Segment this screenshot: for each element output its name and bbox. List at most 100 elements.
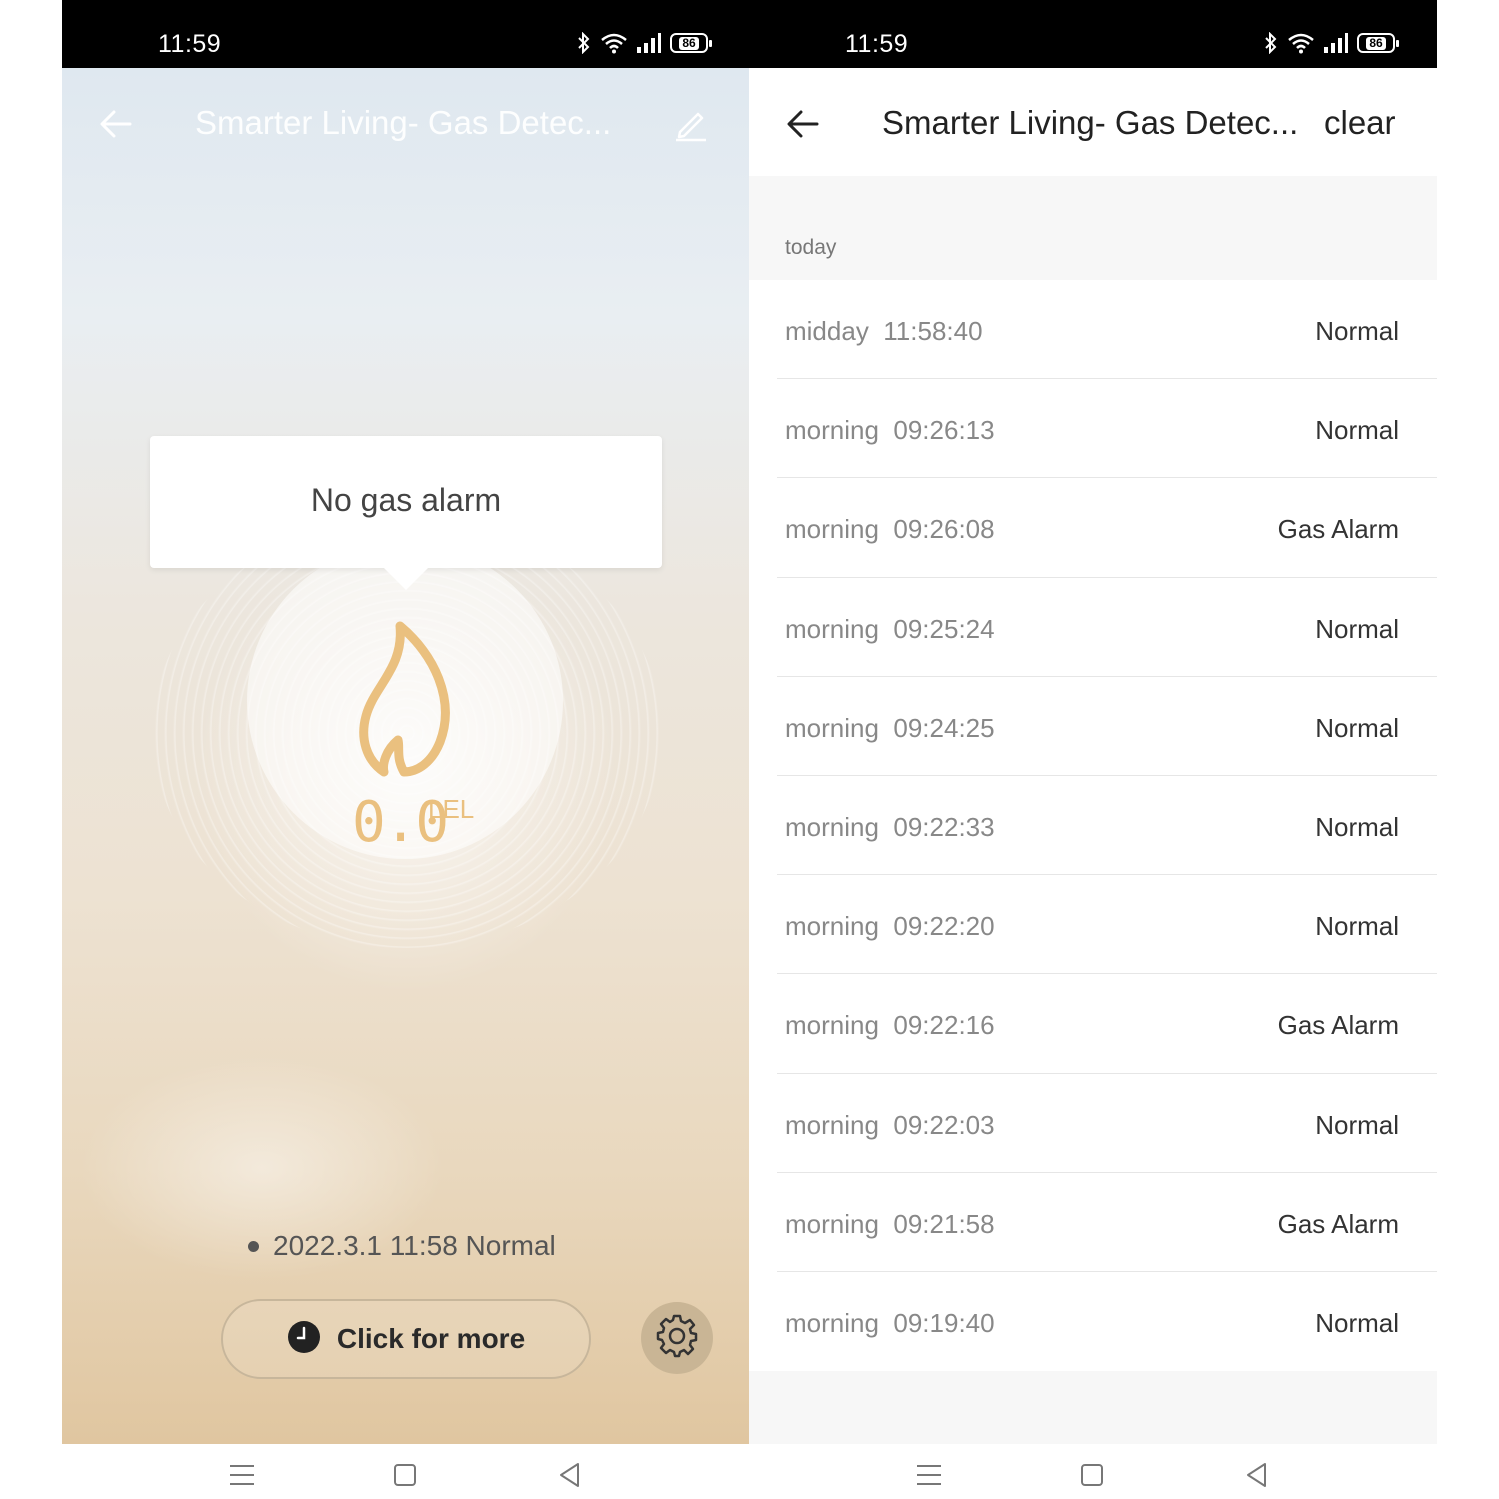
record-clock-time: 09:21:58: [893, 1208, 995, 1239]
menu-icon[interactable]: [914, 1460, 944, 1490]
bullet-dot: [248, 1240, 259, 1252]
status-bar: 11:59 86: [62, 0, 750, 68]
record-time: morning 09:24:25: [785, 713, 995, 744]
record-status: Normal: [1315, 811, 1399, 842]
home-square-icon[interactable]: [390, 1460, 420, 1490]
record-period: morning: [785, 514, 879, 545]
record-status: Gas Alarm: [1277, 1208, 1399, 1239]
record-row: morning 09:26:13 Normal: [749, 379, 1437, 479]
record-period: morning: [785, 911, 879, 942]
record-row: morning 09:25:24 Normal: [749, 578, 1437, 677]
record-period: morning: [785, 613, 879, 644]
record-status: Gas Alarm: [1277, 514, 1399, 545]
reading-unit: LEL: [428, 794, 475, 824]
record-time: morning 09:26:08: [785, 514, 995, 545]
status-icons: 86: [576, 32, 712, 54]
record-status: Normal: [1315, 316, 1399, 346]
record-status: Normal: [1315, 1307, 1399, 1338]
record-row: morning 09:22:33 Normal: [749, 776, 1437, 876]
status-time: 11:59: [845, 30, 909, 58]
record-clock-time: 09:25:24: [893, 613, 995, 644]
last-record: 2022.3.1 11:58 Normal: [248, 1230, 556, 1262]
record-status: Normal: [1315, 613, 1399, 644]
record-time: morning 09:26:13: [785, 415, 995, 446]
record-clock-time: 09:19:40: [893, 1307, 995, 1338]
record-period: morning: [785, 1307, 879, 1338]
record-clock-time: 09:22:16: [893, 1010, 995, 1041]
bluetooth-icon: [576, 32, 592, 54]
signal-icon: [636, 32, 662, 54]
flame-icon: [352, 620, 458, 785]
record-row: morning 09:22:03 Normal: [749, 1074, 1437, 1173]
record-time: morning 09:22:33: [785, 812, 995, 843]
signal-icon: [1323, 32, 1349, 54]
record-row: morning 09:19:40 Normal: [749, 1272, 1437, 1371]
record-list: midday 11:58:40 Normal morning 09:26:13 Nor…: [749, 280, 1437, 1372]
record-clock-time: 11:58:40: [883, 316, 983, 346]
click-for-more-button[interactable]: Click for more: [221, 1299, 591, 1379]
back-arrow-icon[interactable]: [785, 106, 821, 147]
record-time: morning 09:22:16: [785, 1010, 995, 1041]
record-status: Gas Alarm: [1277, 1010, 1399, 1041]
record-row: midday 11:58:40 Normal: [749, 280, 1437, 380]
record-status: Normal: [1315, 911, 1399, 942]
record-clock-time: 09:24:25: [893, 712, 995, 743]
record-history: Smarter Living- Gas Detec... clear today…: [749, 68, 1437, 1444]
header: Smarter Living- Gas Detec...: [62, 68, 750, 178]
device-screen-left: 11:59 86 Smarter Living- Gas Detec... 0.…: [62, 0, 750, 1499]
record-time: morning 09:21:58: [785, 1209, 995, 1240]
record-clock-time: 09:26:13: [893, 415, 995, 446]
record-row: morning 09:22:16 Gas Alarm: [749, 974, 1437, 1074]
wifi-icon: [600, 32, 628, 54]
record-period: morning: [785, 1109, 879, 1140]
home-square-icon[interactable]: [1077, 1460, 1107, 1490]
record-time: morning 09:22:20: [785, 911, 995, 942]
system-nav-bar: [749, 1444, 1437, 1499]
status-bar: 11:59 86: [749, 0, 1437, 68]
gas-reading: 0.0 LEL: [352, 790, 474, 855]
bluetooth-icon: [1263, 32, 1279, 54]
record-status: Normal: [1315, 1109, 1399, 1140]
settings-button[interactable]: [641, 1302, 713, 1374]
date-section-label: today: [785, 236, 837, 259]
header: Smarter Living- Gas Detec... clear: [749, 68, 1437, 176]
record-row: morning 09:21:58 Gas Alarm: [749, 1173, 1437, 1273]
record-clock-time: 09:22:03: [893, 1109, 995, 1140]
record-time: morning 09:22:03: [785, 1110, 995, 1141]
edit-pencil-icon[interactable]: [674, 106, 708, 147]
menu-icon[interactable]: [227, 1460, 257, 1490]
wifi-icon: [1287, 32, 1315, 54]
gas-detector-main: Smarter Living- Gas Detec... 0.0 LEL No …: [62, 68, 750, 1444]
record-clock-time: 09:26:08: [893, 514, 995, 545]
battery-level: 86: [679, 36, 699, 50]
record-row: morning 09:22:20 Normal: [749, 875, 1437, 975]
back-triangle-icon[interactable]: [555, 1460, 585, 1490]
record-period: midday: [785, 316, 869, 346]
record-time: midday 11:58:40: [785, 316, 983, 347]
alarm-message: No gas alarm: [310, 482, 502, 518]
record-status: Normal: [1315, 415, 1399, 446]
record-time: morning 09:19:40: [785, 1308, 995, 1339]
record-clock-time: 09:22:33: [893, 811, 995, 842]
clear-button[interactable]: clear: [1324, 104, 1396, 142]
record-period: morning: [785, 1208, 879, 1239]
record-row: morning 09:26:08 Gas Alarm: [749, 478, 1437, 578]
record-time: morning 09:25:24: [785, 614, 995, 645]
back-arrow-icon[interactable]: [98, 106, 134, 147]
page-title: Smarter Living- Gas Detec...: [882, 104, 1299, 141]
back-triangle-icon[interactable]: [1242, 1460, 1272, 1490]
page-title: Smarter Living- Gas Detec...: [195, 104, 612, 141]
battery-level: 86: [1366, 36, 1386, 50]
alarm-status-bubble: No gas alarm: [150, 436, 662, 590]
record-period: morning: [785, 415, 879, 446]
device-screen-right: 11:59 86 Smarter Living- Gas Detec... cl…: [749, 0, 1437, 1499]
battery-icon: 86: [1357, 33, 1399, 53]
clock-icon: [287, 1320, 321, 1359]
record-period: morning: [785, 712, 879, 743]
record-status: Normal: [1315, 712, 1399, 743]
system-nav-bar: [62, 1444, 750, 1499]
record-period: morning: [785, 1010, 879, 1041]
status-icons: 86: [1263, 32, 1399, 54]
record-clock-time: 09:22:20: [893, 911, 995, 942]
last-record-text: 2022.3.1 11:58 Normal: [273, 1230, 556, 1261]
